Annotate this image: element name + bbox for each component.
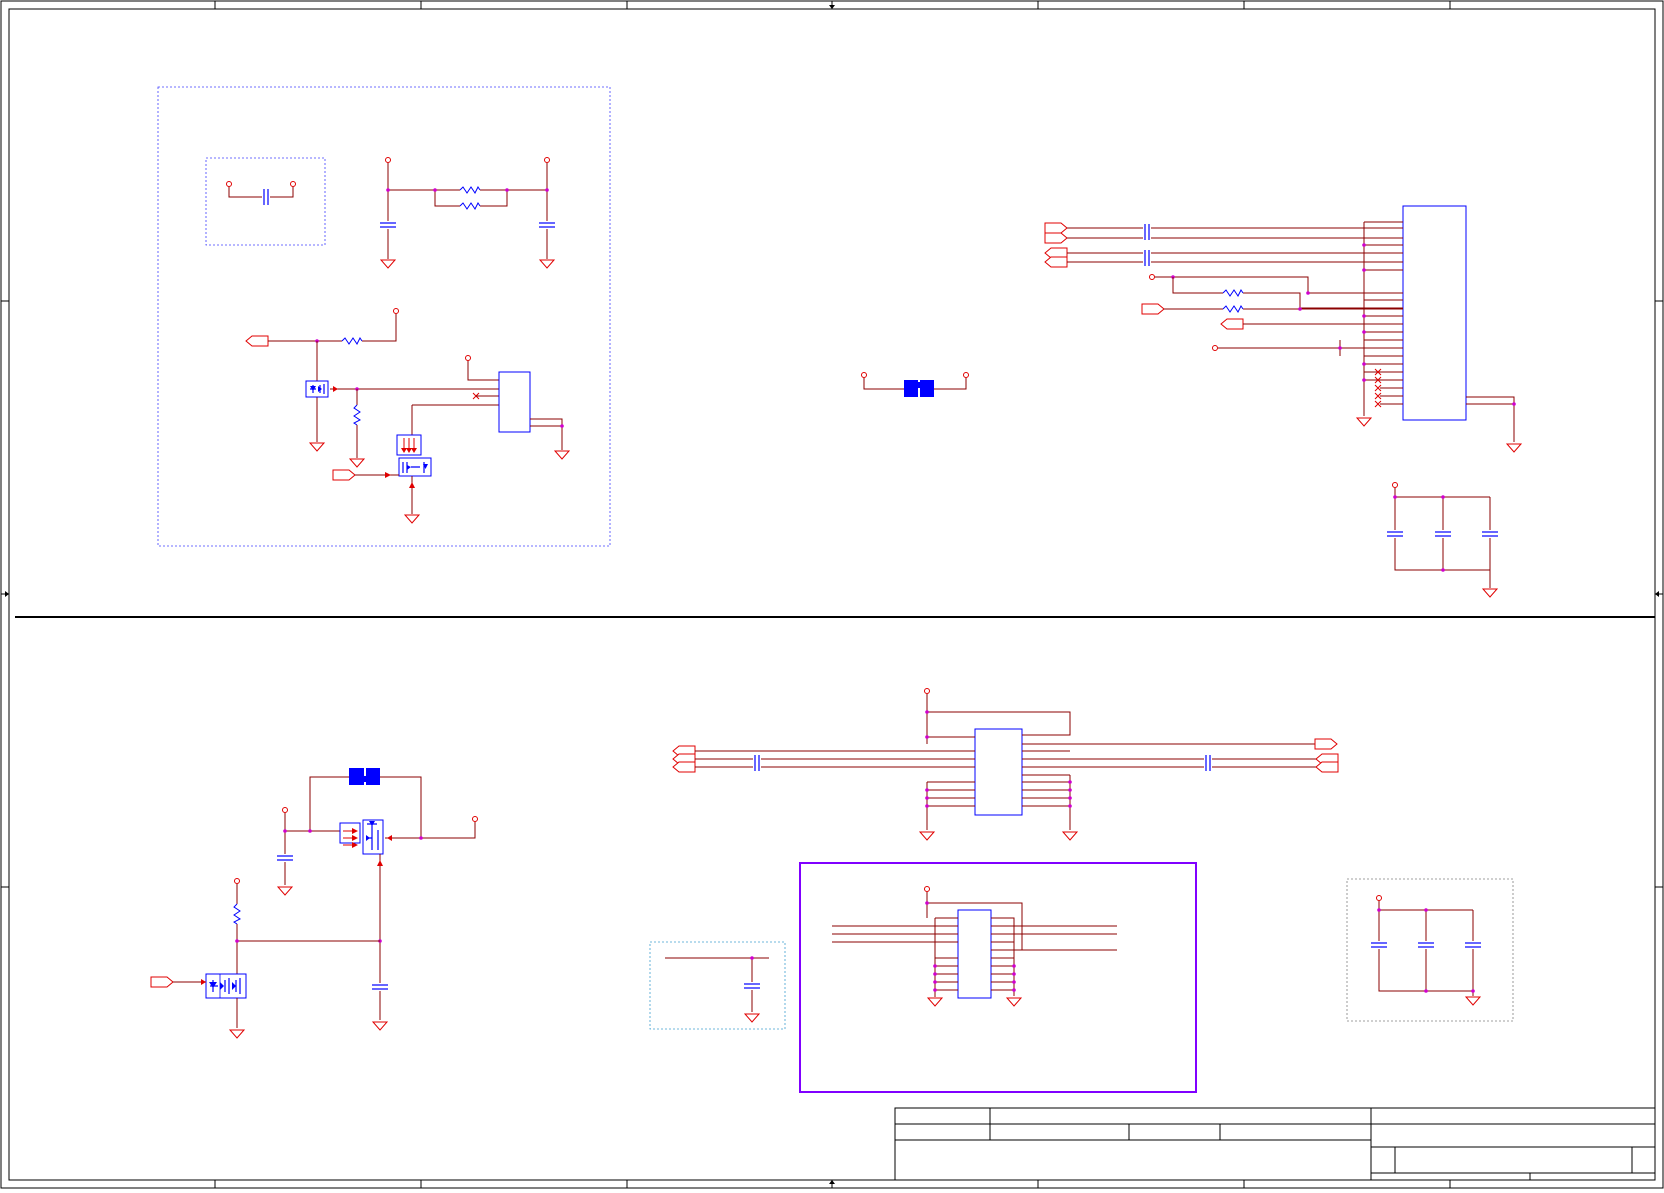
power-port-icon	[226, 181, 232, 187]
load-switch-subcircuit	[245, 308, 570, 524]
ground-icon	[927, 997, 943, 1007]
capacitor-icon	[371, 984, 389, 990]
resistor-icon	[341, 337, 363, 345]
ground-icon	[349, 458, 365, 468]
ground-icon	[404, 514, 420, 524]
power-port-icon	[282, 807, 288, 813]
power-port-icon	[234, 878, 240, 884]
power-port-icon	[1149, 274, 1155, 280]
ground-icon	[744, 1013, 760, 1023]
power-port-icon	[963, 372, 969, 378]
capacitor-icon	[1205, 754, 1211, 772]
schematic-canvas	[0, 0, 1664, 1189]
power-port-icon	[1392, 482, 1398, 488]
net-port-icon	[1044, 256, 1068, 268]
resistor-icon	[1222, 305, 1244, 313]
net-port-icon	[1220, 318, 1244, 330]
connector-subcircuit	[1044, 205, 1522, 598]
power-port-icon	[1376, 895, 1382, 901]
ground-icon	[380, 259, 396, 269]
ground-icon	[309, 442, 325, 452]
power-port-icon	[924, 886, 930, 892]
ground-icon	[1062, 831, 1078, 841]
capacitor-icon	[263, 188, 269, 206]
resistor-icon	[459, 202, 481, 210]
ground-icon	[229, 1029, 245, 1039]
switch2-subcircuit	[150, 768, 478, 1039]
capacitor-icon	[1417, 942, 1435, 948]
ground-icon	[539, 259, 555, 269]
power-port-icon	[472, 816, 478, 822]
jumper-subcircuit	[861, 372, 969, 397]
capacitor-icon	[1481, 531, 1499, 537]
sheet-border	[0, 0, 1664, 1189]
capacitor-icon	[1370, 942, 1388, 948]
capacitor-icon	[1386, 531, 1404, 537]
resistor-icon	[233, 903, 241, 925]
solder-jumper-icon	[349, 768, 380, 785]
net-port-icon	[332, 469, 356, 481]
capacitor-icon	[1434, 531, 1452, 537]
ic-icon	[957, 909, 992, 999]
ic-icon	[498, 371, 531, 433]
net-port-icon	[1044, 222, 1068, 234]
net-port-icon	[150, 976, 174, 988]
net-port-icon	[1314, 738, 1338, 750]
power-switch-region	[157, 86, 611, 547]
power-port-icon	[290, 181, 296, 187]
capacitor-icon	[1144, 249, 1150, 267]
ground-icon	[1356, 417, 1372, 427]
solder-jumper-icon	[904, 380, 934, 397]
mosfet-icon	[205, 973, 247, 999]
ic-icon	[1402, 205, 1467, 421]
resistor-icon	[353, 404, 361, 426]
mosfet-icon	[305, 380, 329, 398]
purple-frame-region	[799, 862, 1197, 1093]
mosfet-icon	[396, 434, 432, 477]
cyan-cap-region	[649, 941, 786, 1030]
power-port-icon	[544, 157, 550, 163]
capacitor-icon	[276, 855, 294, 861]
net-port-icon	[1044, 232, 1068, 244]
ground-icon	[1482, 588, 1498, 598]
title-block	[894, 1107, 1656, 1181]
ground-icon	[277, 886, 293, 896]
mosfet-icon	[339, 819, 384, 855]
capacitor-icon	[754, 754, 760, 772]
ic-icon	[974, 728, 1023, 816]
cap-subcircuit	[205, 157, 326, 246]
net-port-icon	[245, 335, 269, 347]
ground-icon	[1006, 997, 1022, 1007]
ground-icon	[1465, 996, 1481, 1006]
capacitor-icon	[743, 983, 761, 989]
ground-icon	[1506, 443, 1522, 453]
net-port-icon	[1315, 761, 1339, 773]
net-port-icon	[1141, 303, 1165, 315]
power-port-icon	[385, 157, 391, 163]
gray-cap-region	[1346, 878, 1514, 1022]
filter-subcircuit	[379, 157, 556, 269]
resistor-icon	[1222, 289, 1244, 297]
power-port-icon	[465, 355, 471, 361]
power-port-icon	[861, 372, 867, 378]
ground-icon	[372, 1021, 388, 1031]
redriver-subcircuit	[672, 688, 1339, 841]
capacitor-icon	[1144, 223, 1150, 241]
ground-icon	[554, 450, 570, 460]
schematic-sheet	[0, 0, 1664, 1189]
power-port-icon	[924, 688, 930, 694]
net-port-icon	[672, 761, 696, 773]
ground-icon	[919, 831, 935, 841]
resistor-icon	[459, 186, 481, 194]
capacitor-icon	[1464, 942, 1482, 948]
capacitor-icon	[538, 222, 556, 228]
power-port-icon	[393, 308, 399, 314]
power-port-icon	[1212, 345, 1218, 351]
capacitor-icon	[379, 222, 397, 228]
